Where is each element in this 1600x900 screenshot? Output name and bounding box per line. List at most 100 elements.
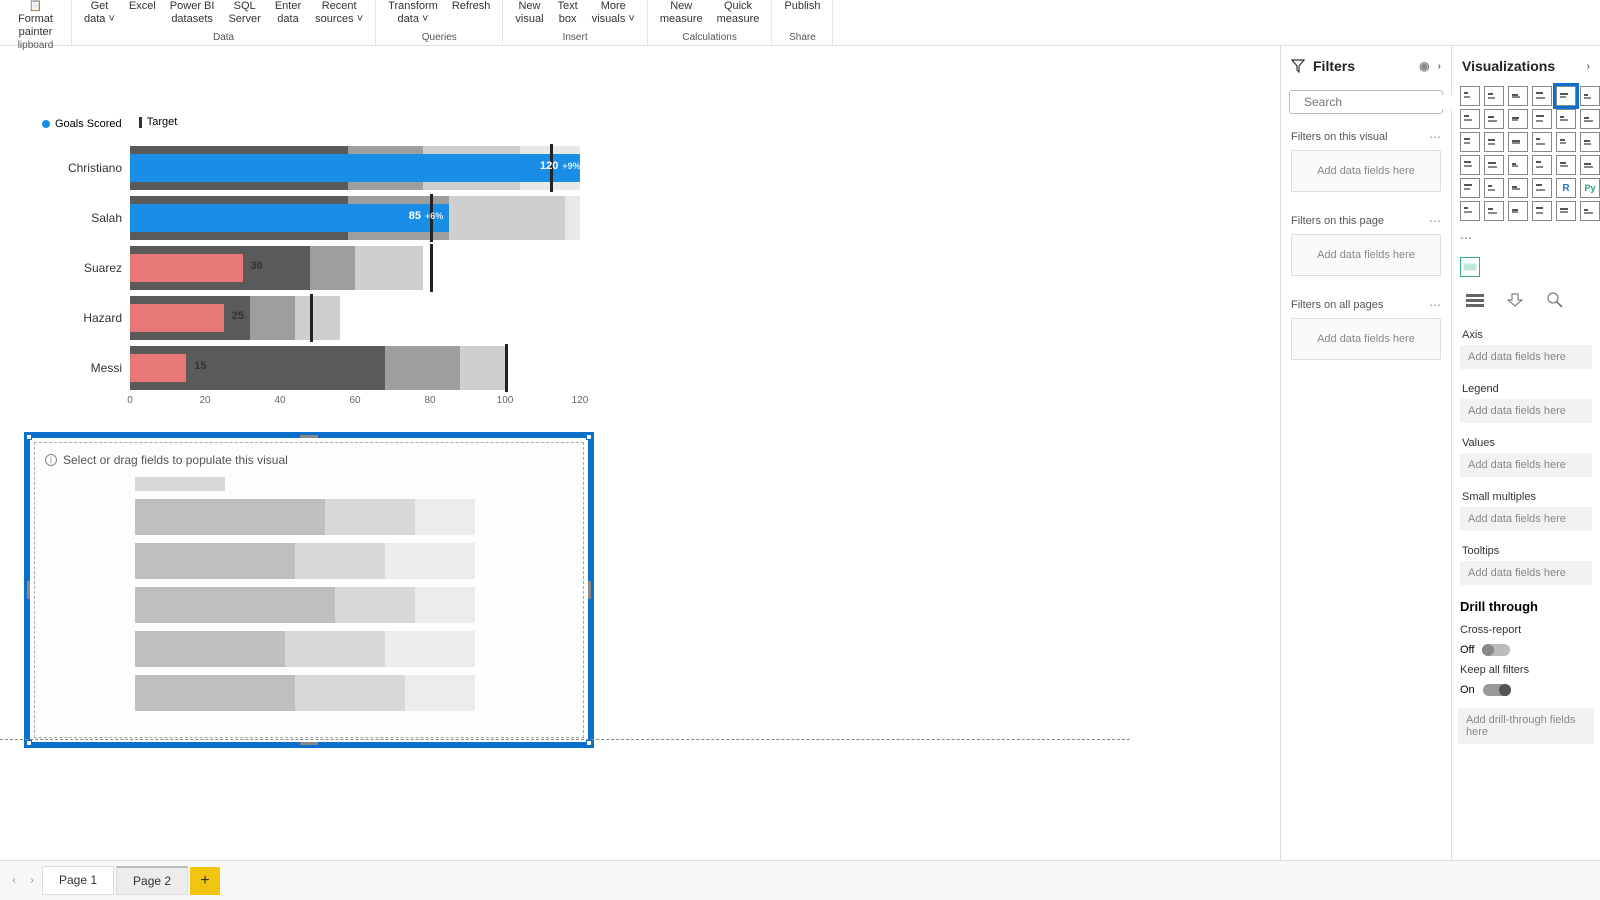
ribbon-button[interactable]: Morevisuals ˅ bbox=[592, 0, 635, 26]
viz-line-stacked-icon[interactable] bbox=[1532, 109, 1552, 129]
ribbon-button[interactable]: Transformdata ˅ bbox=[388, 0, 438, 26]
page-tab[interactable]: Page 1 bbox=[42, 866, 114, 895]
ribbon-button[interactable]: Refresh bbox=[452, 0, 491, 13]
viz-stacked-bar-100-icon[interactable] bbox=[1556, 86, 1576, 106]
axis-tick: 120 bbox=[572, 395, 589, 406]
viz-kpi-icon[interactable] bbox=[1460, 178, 1480, 198]
visibility-icon[interactable]: ◉ bbox=[1419, 59, 1429, 73]
search-input[interactable] bbox=[1289, 90, 1443, 114]
axis-tick: 20 bbox=[199, 395, 210, 406]
viz-narrative-icon[interactable] bbox=[1532, 201, 1552, 221]
field-well-dropzone[interactable]: Add data fields here bbox=[1460, 399, 1592, 423]
ribbon-button[interactable]: Newmeasure bbox=[660, 0, 703, 26]
bar-value-label: 120+9% bbox=[540, 160, 581, 172]
viz-line-clustered-icon[interactable] bbox=[1556, 109, 1576, 129]
cross-report-toggle[interactable] bbox=[1482, 644, 1510, 656]
report-canvas[interactable]: Goals Scored Target Christiano 120+9% Sa… bbox=[0, 46, 1280, 860]
ribbon-button[interactable]: Newvisual bbox=[515, 0, 543, 26]
visualizations-pane: Visualizations › RPy ⋯ Axis Add data fie… bbox=[1452, 46, 1600, 860]
more-icon[interactable]: ⋯ bbox=[1429, 130, 1441, 144]
viz-clustered-bar-100-icon[interactable] bbox=[1580, 86, 1600, 106]
viz-stacked-column-icon[interactable] bbox=[1508, 86, 1528, 106]
viz-clustered-column-icon[interactable] bbox=[1532, 86, 1552, 106]
field-well-label: Values bbox=[1460, 433, 1592, 453]
field-well-label: Tooltips bbox=[1460, 541, 1592, 561]
tab-prev[interactable]: ‹ bbox=[6, 867, 22, 895]
analytics-tab[interactable] bbox=[1542, 289, 1568, 311]
viz-pie-icon[interactable] bbox=[1532, 132, 1552, 152]
ribbon-button[interactable]: Textbox bbox=[558, 0, 578, 26]
viz-map-icon[interactable] bbox=[1460, 155, 1480, 175]
ribbon-button[interactable]: Quickmeasure bbox=[717, 0, 760, 26]
viz-card-icon[interactable] bbox=[1556, 155, 1576, 175]
viz-line-icon[interactable] bbox=[1460, 109, 1480, 129]
viz-paginated-icon[interactable] bbox=[1556, 201, 1576, 221]
ribbon-button[interactable]: Enterdata bbox=[275, 0, 301, 26]
bar-category-label: Hazard bbox=[30, 311, 130, 325]
page-tab[interactable]: Page 2 bbox=[116, 866, 188, 895]
filter-dropzone[interactable]: Add data fields here bbox=[1291, 150, 1441, 192]
ribbon-button[interactable]: Excel bbox=[129, 0, 156, 13]
viz-gauge-icon[interactable] bbox=[1532, 155, 1552, 175]
ribbon-group-label: Queries bbox=[422, 32, 457, 45]
viz-py-visual-icon[interactable]: Py bbox=[1580, 178, 1600, 198]
viz-clustered-bar-icon[interactable] bbox=[1484, 86, 1504, 106]
axis-tick: 80 bbox=[424, 395, 435, 406]
collapse-icon[interactable]: › bbox=[1587, 61, 1590, 72]
viz-donut-icon[interactable] bbox=[1556, 132, 1576, 152]
filter-dropzone[interactable]: Add data fields here bbox=[1291, 318, 1441, 360]
more-icon[interactable]: ⋯ bbox=[1429, 298, 1441, 312]
viz-slicer-icon[interactable] bbox=[1484, 178, 1504, 198]
viz-matrix-icon[interactable] bbox=[1532, 178, 1552, 198]
format-tab[interactable] bbox=[1502, 289, 1528, 311]
field-well-dropzone[interactable]: Add data fields here bbox=[1460, 345, 1592, 369]
chart-legend: Goals Scored Target bbox=[30, 116, 590, 131]
ribbon-group-label: Data bbox=[213, 32, 234, 45]
viz-funnel-icon[interactable] bbox=[1484, 132, 1504, 152]
bar-category-label: Salah bbox=[30, 211, 130, 225]
viz-ribbon-icon[interactable] bbox=[1580, 109, 1600, 129]
axis-tick: 100 bbox=[497, 395, 514, 406]
field-well-dropzone[interactable]: Add data fields here bbox=[1460, 507, 1592, 531]
viz-waterfall-icon[interactable] bbox=[1460, 132, 1480, 152]
collapse-icon[interactable]: › bbox=[1438, 61, 1441, 72]
values-icon[interactable] bbox=[1460, 257, 1480, 277]
format-painter-button[interactable]: 📋 Format painter bbox=[12, 0, 59, 40]
viz-scatter-icon[interactable] bbox=[1508, 132, 1528, 152]
viz-decomposition-icon[interactable] bbox=[1484, 201, 1504, 221]
filter-dropzone[interactable]: Add data fields here bbox=[1291, 234, 1441, 276]
viz-table-icon[interactable] bbox=[1508, 178, 1528, 198]
keep-filters-toggle[interactable] bbox=[1483, 684, 1511, 696]
drill-through-dropzone[interactable]: Add drill-through fields here bbox=[1458, 708, 1594, 744]
bar-value-label: 25 bbox=[232, 310, 244, 322]
ribbon-button[interactable]: Power BIdatasets bbox=[170, 0, 215, 26]
viz-area-icon[interactable] bbox=[1484, 109, 1504, 129]
axis-tick: 60 bbox=[349, 395, 360, 406]
more-icon[interactable]: ⋯ bbox=[1429, 214, 1441, 228]
viz-multi-card-icon[interactable] bbox=[1580, 155, 1600, 175]
viz-filled-map-icon[interactable] bbox=[1484, 155, 1504, 175]
ribbon-button[interactable]: Getdata ˅ bbox=[84, 0, 115, 26]
field-well-label: Small multiples bbox=[1460, 487, 1592, 507]
legend-label: Target bbox=[147, 116, 178, 128]
ribbon-button[interactable]: Publish bbox=[784, 0, 820, 13]
ribbon-button[interactable]: Recentsources ˅ bbox=[315, 0, 363, 26]
tab-next[interactable]: › bbox=[24, 867, 40, 895]
viz-stacked-bar-icon[interactable] bbox=[1460, 86, 1480, 106]
empty-visual-selected[interactable]: i Select or drag fields to populate this… bbox=[24, 432, 594, 748]
viz-azure-map-icon[interactable] bbox=[1508, 155, 1528, 175]
page-boundary bbox=[0, 739, 1130, 740]
viz-stacked-area-icon[interactable] bbox=[1508, 109, 1528, 129]
field-well-dropzone[interactable]: Add data fields here bbox=[1460, 453, 1592, 477]
fields-tab[interactable] bbox=[1462, 289, 1488, 311]
viz-qa-icon[interactable] bbox=[1508, 201, 1528, 221]
viz-treemap-icon[interactable] bbox=[1580, 132, 1600, 152]
viz-power-apps-icon[interactable] bbox=[1580, 201, 1600, 221]
field-well-dropzone[interactable]: Add data fields here bbox=[1460, 561, 1592, 585]
viz-key-influencers-icon[interactable] bbox=[1460, 201, 1480, 221]
viz-r-visual-icon[interactable]: R bbox=[1556, 178, 1576, 198]
bullet-chart-visual[interactable]: Goals Scored Target Christiano 120+9% Sa… bbox=[30, 116, 590, 411]
ribbon-button[interactable]: SQLServer bbox=[228, 0, 260, 26]
add-page-button[interactable]: + bbox=[190, 867, 220, 895]
drill-through-header: Drill through bbox=[1458, 591, 1594, 620]
